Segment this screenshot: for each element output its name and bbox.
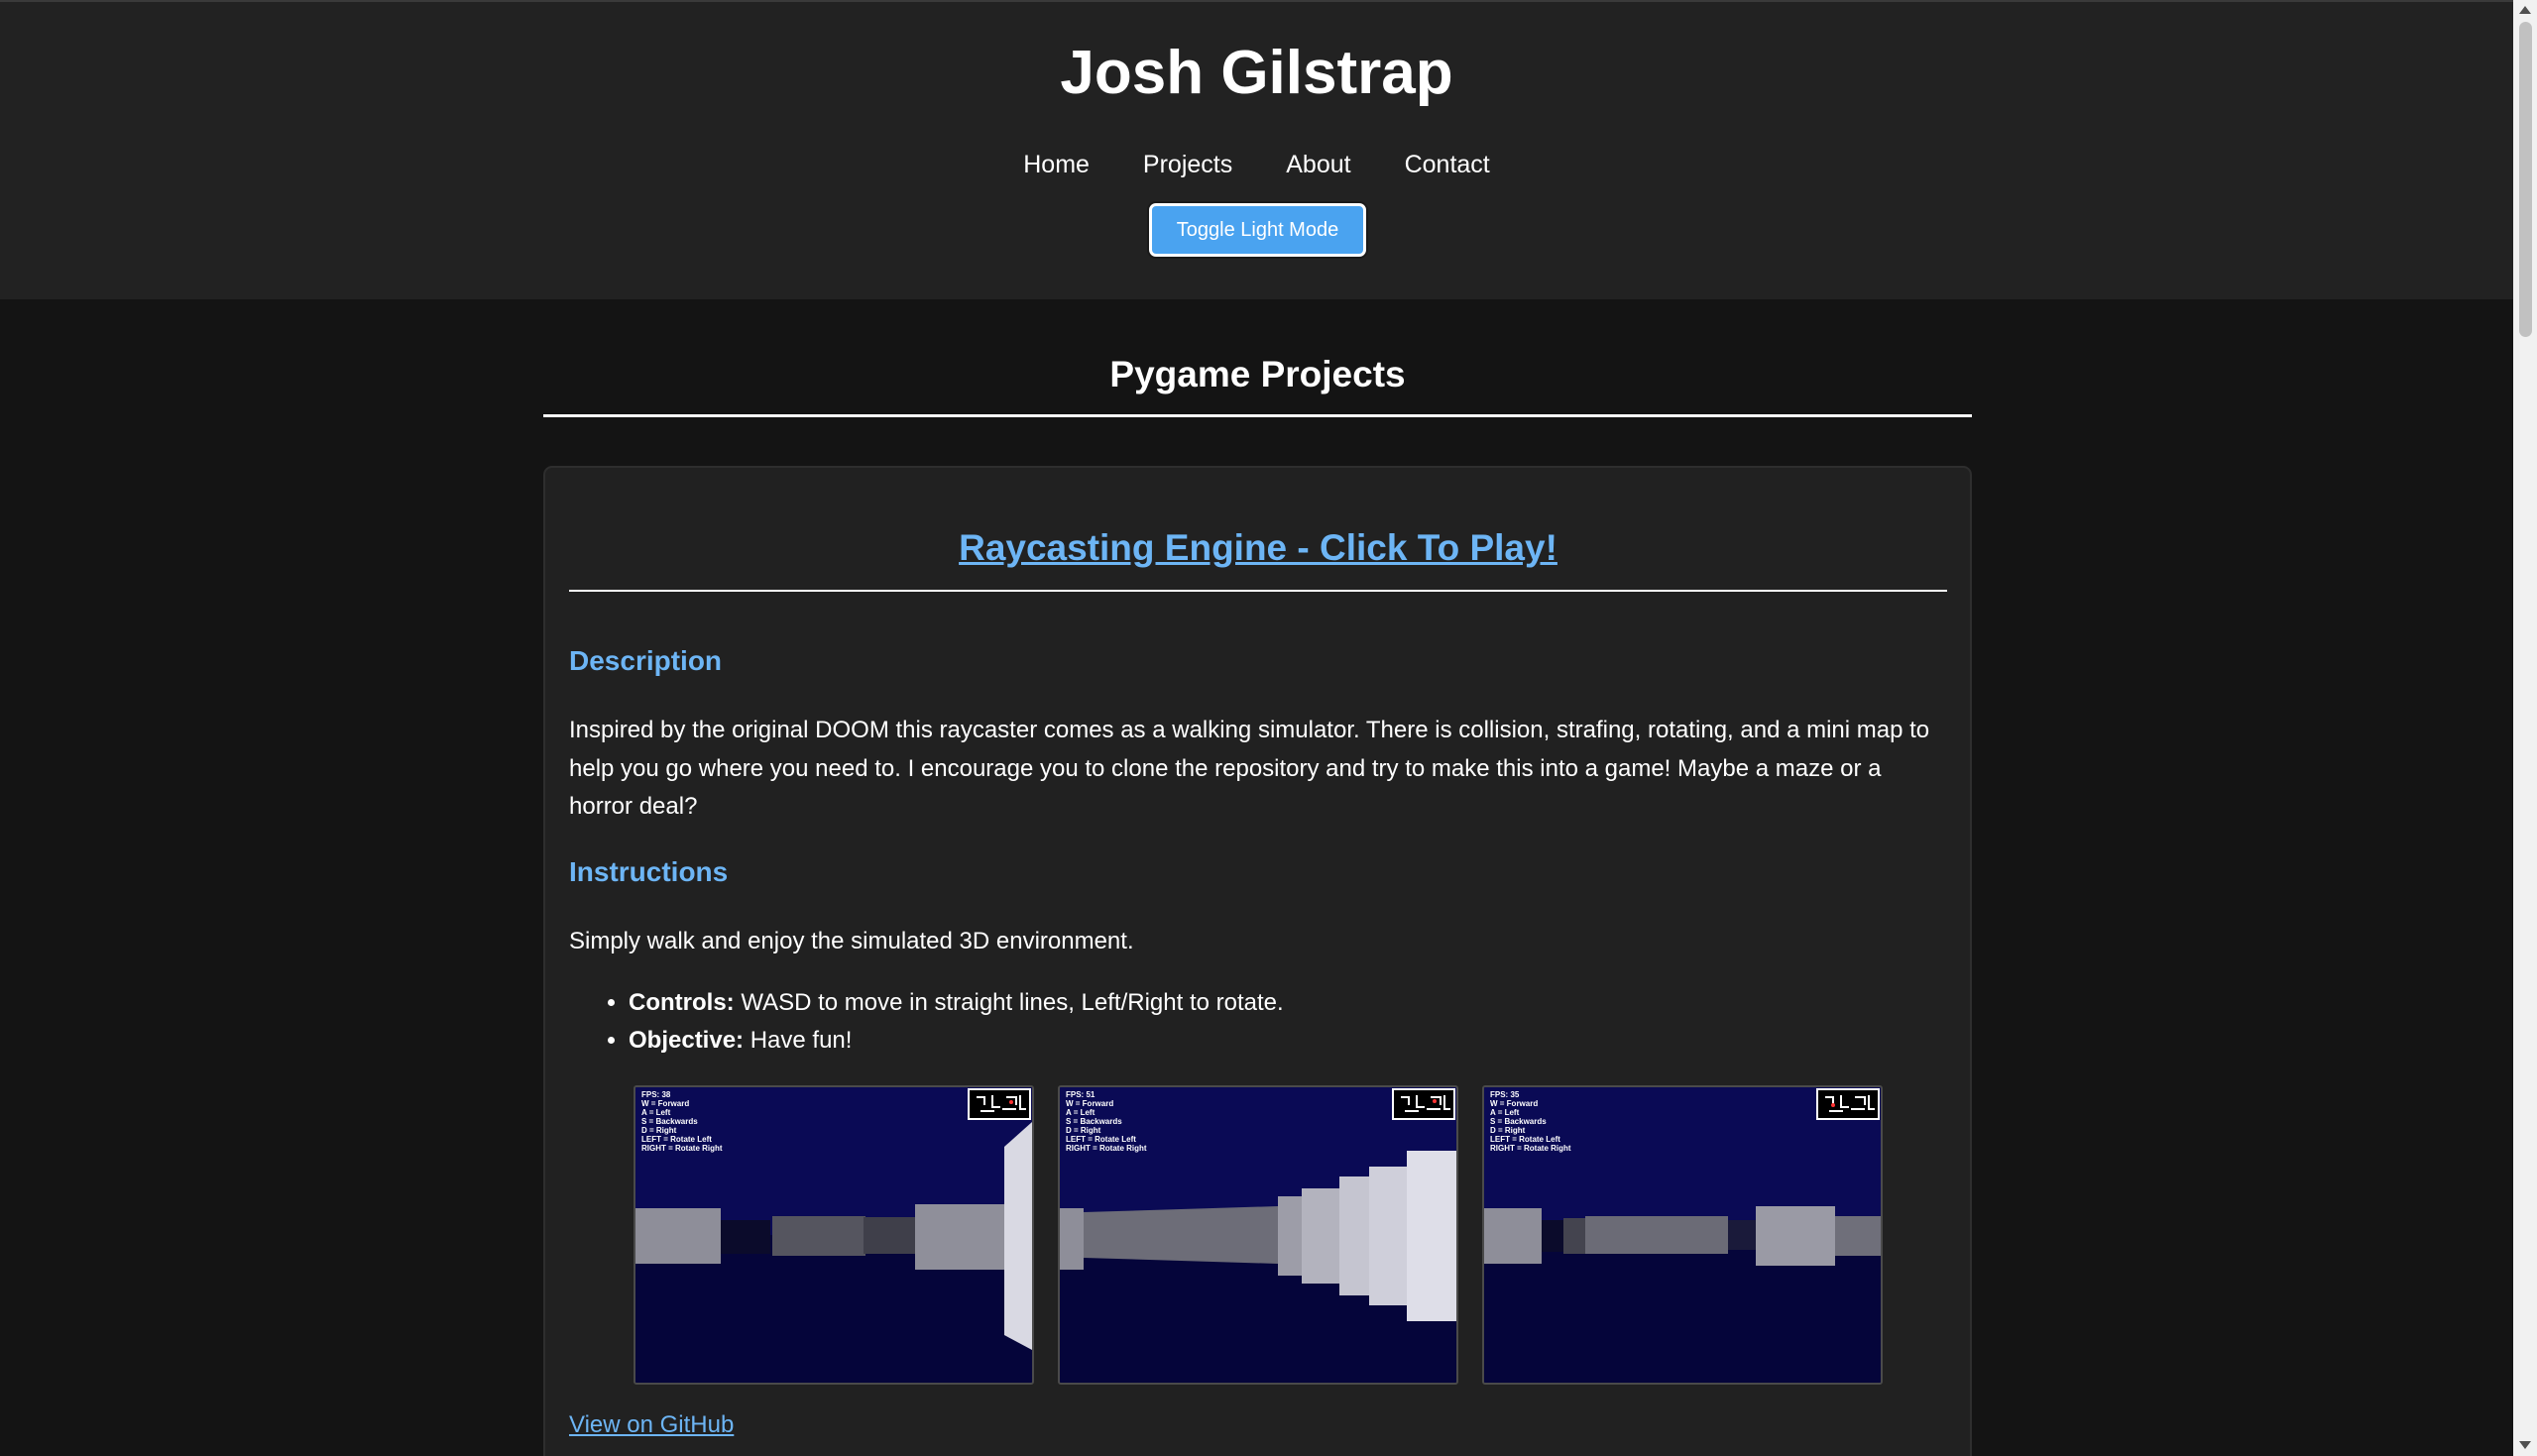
svg-text:D = Right: D = Right bbox=[1066, 1126, 1101, 1135]
nav-contact[interactable]: Contact bbox=[1405, 147, 1490, 182]
list-item: Controls: WASD to move in straight lines… bbox=[629, 984, 1284, 1022]
bullet-label: Objective: bbox=[629, 1027, 745, 1054]
fps-counter: FPS: 35 bbox=[1490, 1090, 1520, 1099]
section-divider bbox=[543, 414, 1972, 417]
minimap-icon bbox=[1392, 1088, 1455, 1120]
svg-text:S = Backwards: S = Backwards bbox=[641, 1117, 698, 1126]
description-heading: Description bbox=[569, 645, 723, 676]
svg-text:LEFT = Rotate Left: LEFT = Rotate Left bbox=[1490, 1135, 1560, 1144]
github-link[interactable]: View on GitHub bbox=[569, 1411, 734, 1438]
game-screenshot: FPS: 51 W = Forward A = Left S = Backwar… bbox=[1058, 1085, 1458, 1385]
svg-text:RIGHT = Rotate Right: RIGHT = Rotate Right bbox=[641, 1144, 723, 1153]
description-text: Inspired by the original DOOM this rayca… bbox=[569, 717, 1930, 820]
svg-text:RIGHT = Rotate Right: RIGHT = Rotate Right bbox=[1490, 1144, 1571, 1153]
nav-about[interactable]: About bbox=[1286, 147, 1350, 182]
svg-text:W = Forward: W = Forward bbox=[1490, 1099, 1538, 1108]
fps-counter: FPS: 38 bbox=[641, 1090, 671, 1099]
bullet-label: Controls: bbox=[629, 989, 735, 1016]
svg-text:D = Right: D = Right bbox=[641, 1126, 677, 1135]
section-title: Pygame Projects bbox=[1109, 354, 1406, 394]
svg-text:S = Backwards: S = Backwards bbox=[1066, 1117, 1122, 1126]
svg-text:A = Left: A = Left bbox=[641, 1108, 671, 1117]
scroll-up-arrow-icon[interactable] bbox=[2519, 6, 2531, 14]
raycaster-view: FPS: 51 W = Forward A = Left S = Backwar… bbox=[1060, 1087, 1456, 1383]
site-title: Josh Gilstrap bbox=[1060, 39, 1453, 107]
svg-text:W = Forward: W = Forward bbox=[1066, 1099, 1113, 1108]
project-title: Raycasting Engine - Click To Play! bbox=[569, 520, 1947, 576]
bullet-text: Have fun! bbox=[744, 1027, 853, 1054]
svg-text:RIGHT = Rotate Right: RIGHT = Rotate Right bbox=[1066, 1144, 1147, 1153]
svg-text:A = Left: A = Left bbox=[1490, 1108, 1520, 1117]
instructions-text: Simply walk and enjoy the simulated 3D e… bbox=[569, 928, 1134, 954]
raycaster-view: FPS: 38 W = Forward A = Left S = Backwar… bbox=[635, 1087, 1032, 1383]
svg-text:A = Left: A = Left bbox=[1066, 1108, 1096, 1117]
instructions-heading: Instructions bbox=[569, 856, 729, 887]
main-nav: Home Projects About Contact bbox=[0, 147, 2513, 182]
scrollbar-thumb[interactable] bbox=[2519, 22, 2532, 337]
nav-home[interactable]: Home bbox=[1023, 147, 1090, 182]
svg-text:W = Forward: W = Forward bbox=[641, 1099, 689, 1108]
scrollbar[interactable] bbox=[2513, 0, 2537, 1456]
scroll-down-arrow-icon[interactable] bbox=[2519, 1441, 2531, 1449]
bullet-text: WASD to move in straight lines, Left/Rig… bbox=[734, 989, 1284, 1016]
game-screenshot: FPS: 38 W = Forward A = Left S = Backwar… bbox=[634, 1085, 1034, 1385]
project-divider bbox=[569, 590, 1947, 592]
github-link-wrapper: View on GitHub bbox=[569, 1407, 734, 1443]
list-item: Objective: Have fun! bbox=[629, 1022, 1284, 1060]
game-screenshot: FPS: 35 W = Forward A = Left S = Backwar… bbox=[1482, 1085, 1883, 1385]
instructions-list: Controls: WASD to move in straight lines… bbox=[629, 984, 1284, 1060]
svg-text:S = Backwards: S = Backwards bbox=[1490, 1117, 1547, 1126]
toggle-light-mode-button[interactable]: Toggle Light Mode bbox=[1149, 203, 1366, 257]
svg-text:LEFT = Rotate Left: LEFT = Rotate Left bbox=[641, 1135, 712, 1144]
minimap-icon bbox=[1816, 1088, 1880, 1120]
svg-text:LEFT = Rotate Left: LEFT = Rotate Left bbox=[1066, 1135, 1136, 1144]
play-project-link[interactable]: Raycasting Engine - Click To Play! bbox=[959, 527, 1557, 568]
fps-counter: FPS: 51 bbox=[1066, 1090, 1096, 1099]
nav-projects[interactable]: Projects bbox=[1143, 147, 1232, 182]
svg-text:D = Right: D = Right bbox=[1490, 1126, 1526, 1135]
raycaster-view: FPS: 35 W = Forward A = Left S = Backwar… bbox=[1484, 1087, 1881, 1383]
minimap-icon bbox=[968, 1088, 1031, 1120]
site-header: Josh Gilstrap Home Projects About Contac… bbox=[0, 0, 2513, 299]
screenshot-gallery: FPS: 38 W = Forward A = Left S = Backwar… bbox=[634, 1085, 1883, 1385]
